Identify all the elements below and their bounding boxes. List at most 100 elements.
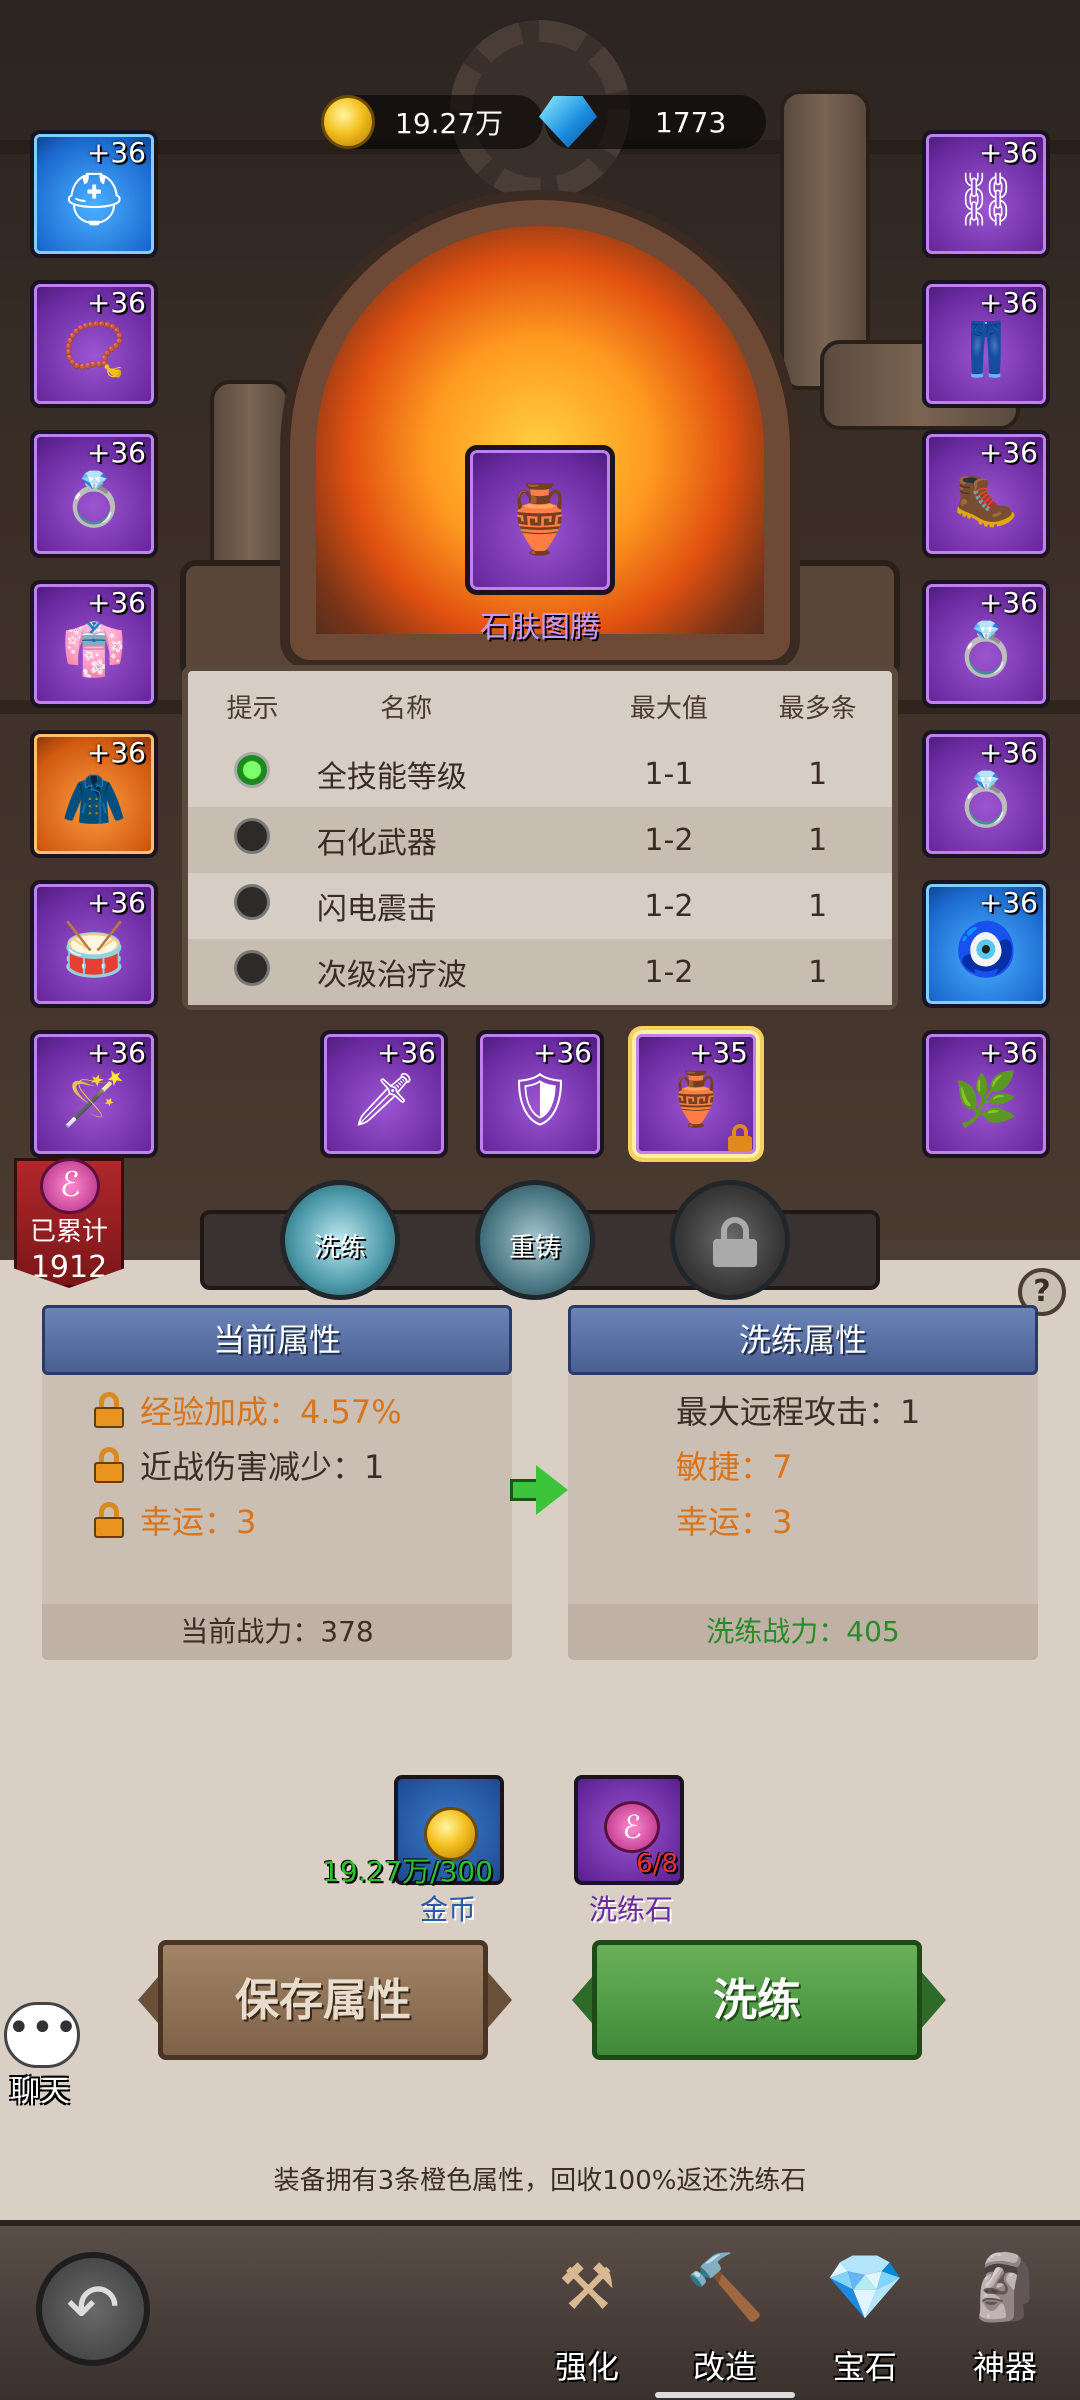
crystal-icon: 💎 [825, 2251, 905, 2325]
equip-level: +36 [978, 436, 1038, 469]
lock-toggle-icon[interactable] [94, 1392, 124, 1428]
equip-level: +36 [978, 586, 1038, 619]
equip-slot-right-1[interactable]: ⛓ +36 [922, 130, 1050, 258]
equip-level: +36 [86, 586, 146, 619]
selected-item-slot[interactable]: 🏺 [465, 445, 615, 595]
attr-text: 最大远程攻击：1 [676, 1393, 921, 1431]
nav-modify[interactable]: 🔨 改造 [660, 2240, 790, 2400]
equip-slot-right-6[interactable]: 🧿 +36 [922, 880, 1050, 1008]
equip-level: +36 [86, 286, 146, 319]
affix-count: 1 [808, 954, 828, 990]
ring-icon: 💍 [61, 470, 127, 530]
tab-recast[interactable]: 重铸 [475, 1180, 595, 1300]
arrow-right-icon [510, 1465, 570, 1515]
affix-max: 1-2 [644, 954, 694, 990]
equip-level: +36 [978, 736, 1038, 769]
equip-slot-left-4[interactable]: 👘 +36 [30, 580, 158, 708]
table-row: 次级治疗波 1-2 1 [188, 939, 892, 1005]
table-row: 石化武器 1-2 1 [188, 807, 892, 873]
affix-name: 全技能等级 [316, 760, 467, 795]
current-power: 当前战力：378 [42, 1604, 512, 1660]
equip-slot-bottom-3-selected[interactable]: 🏺 +35 [632, 1030, 760, 1158]
gold-amount: 19.27万 [395, 107, 504, 140]
tab-wash-label: 洗练 [313, 1233, 366, 1263]
equip-slot-left-1[interactable]: ⛑ +36 [30, 130, 158, 258]
affix-count: 1 [808, 888, 828, 924]
attr-line: 幸运：3 [94, 1497, 256, 1543]
gold-counter: 19.27万 [321, 88, 544, 156]
attr-text: 敏捷：7 [676, 1448, 793, 1486]
equip-slot-left-2[interactable]: 📿 +36 [30, 280, 158, 408]
equip-slot-bottom-1[interactable]: 🗡 +36 [320, 1030, 448, 1158]
affix-table-header: 提示 名称 最大值 最多条 [188, 671, 892, 741]
affix-table: 提示 名称 最大值 最多条 全技能等级 1-1 1 石化武器 1-2 1 闪电震… [182, 665, 898, 1010]
table-row: 全技能等级 1-1 1 [188, 741, 892, 807]
nav-gems[interactable]: 💎 宝石 [800, 2240, 930, 2400]
selected-item-name: 石肤图腾 [480, 610, 600, 645]
pants-icon: 👖 [953, 320, 1019, 380]
save-attributes-button[interactable]: 保存属性 [158, 1940, 488, 2060]
current-attributes-box: 当前属性 经验加成：4.57% 近战伤害减少：1 幸运：3 当前战力：378 [42, 1305, 512, 1660]
wash-stone-label: 洗练石 [588, 1893, 673, 1926]
lock-toggle-icon[interactable] [94, 1502, 124, 1538]
equip-slot-right-3[interactable]: 🥾 +36 [922, 430, 1050, 558]
equip-slot-right-4[interactable]: 💍 +36 [922, 580, 1050, 708]
hammer-icon: 🔨 [685, 2251, 765, 2325]
lock-icon [728, 1124, 752, 1152]
gold-ring-icon: 💍 [953, 770, 1019, 830]
equip-level: +36 [978, 1036, 1038, 1069]
equip-level: +36 [978, 136, 1038, 169]
equip-slot-right-2[interactable]: 👖 +36 [922, 280, 1050, 408]
current-attributes-title: 当前属性 [42, 1305, 512, 1375]
gold-coin-icon [321, 95, 375, 149]
diamond-counter: 1773 [539, 88, 767, 156]
equip-slot-left-3[interactable]: 💍 +36 [30, 430, 158, 558]
equip-slot-right-7[interactable]: 🌿 +36 [922, 1030, 1050, 1158]
equip-level: +35 [688, 1036, 748, 1069]
artifact-icon: 🗿 [965, 2251, 1045, 2325]
tab-locked[interactable] [670, 1180, 790, 1300]
affix-name: 石化武器 [316, 826, 437, 861]
resource-bar: 19.27万 1773 [0, 88, 1080, 156]
chat-label[interactable]: 聊天 [10, 2066, 70, 2110]
header-count: 最多条 [778, 693, 857, 724]
nav-label: 宝石 [832, 2348, 897, 2386]
affix-name: 闪电震击 [316, 892, 437, 927]
nav-label: 改造 [692, 2348, 757, 2386]
equip-slot-left-6[interactable]: 🥁 +36 [30, 880, 158, 1008]
header-max: 最大值 [629, 693, 708, 724]
nav-strengthen[interactable]: ⚒ 强化 [522, 2240, 652, 2400]
inactive-indicator-icon [234, 818, 271, 854]
wash-attributes-box: 洗练属性 最大远程攻击：1 敏捷：7 幸运：3 洗练战力：405 [568, 1305, 1038, 1660]
equip-slot-bottom-2[interactable]: 🛡 +36 [476, 1030, 604, 1158]
attr-text: 幸运：3 [140, 1503, 257, 1541]
attr-line: 经验加成：4.57% [94, 1387, 402, 1433]
wash-button[interactable]: 洗练 [592, 1940, 922, 2060]
gold-ring-icon: 💍 [953, 620, 1019, 680]
equip-level: +36 [86, 436, 146, 469]
recycle-notice: 装备拥有3条橙色属性，回收100%返还洗练石 [273, 2166, 807, 2196]
dagger-icon: 🗡 [350, 1070, 418, 1130]
equip-slot-left-5[interactable]: 🧥 +36 [30, 730, 158, 858]
equip-level: +36 [978, 286, 1038, 319]
chat-bubble-icon[interactable]: ••• [4, 2002, 80, 2068]
lock-toggle-icon[interactable] [94, 1447, 124, 1483]
nav-label: 神器 [972, 2348, 1037, 2386]
equip-slot-right-5[interactable]: 💍 +36 [922, 730, 1050, 858]
affix-name: 次级治疗波 [316, 958, 467, 993]
button-wing-decoration [920, 1970, 946, 2030]
wash-power: 洗练战力：405 [568, 1604, 1038, 1660]
nav-label: 强化 [554, 2348, 619, 2386]
tab-wash[interactable]: 洗练 [280, 1180, 400, 1300]
equip-level: +36 [978, 886, 1038, 919]
accumulated-label: 已累计 [29, 1217, 108, 1247]
back-arrow-icon[interactable]: ↶ [36, 2252, 150, 2366]
wash-stone-icon: ℰ [604, 1801, 660, 1853]
attr-text: 幸运：3 [676, 1503, 793, 1541]
affix-max: 1-2 [644, 888, 694, 924]
nav-artifact[interactable]: 🗿 神器 [940, 2240, 1070, 2400]
affix-max: 1-2 [644, 822, 694, 858]
equip-slot-left-7[interactable]: 🪄 +36 [30, 1030, 158, 1158]
equip-level: +36 [86, 736, 146, 769]
hood-icon: ⛑ [60, 170, 128, 230]
